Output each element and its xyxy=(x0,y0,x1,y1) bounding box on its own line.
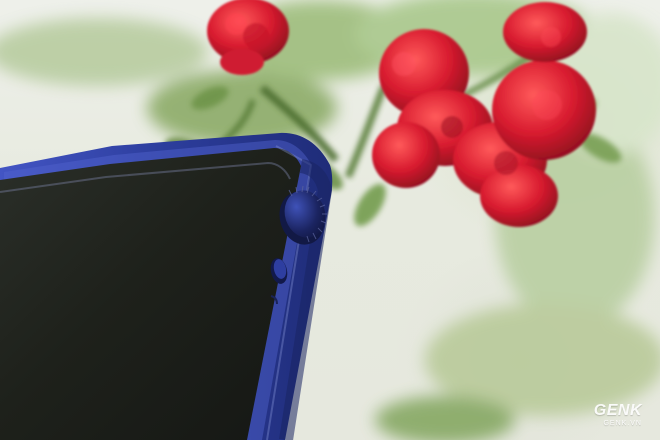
audio-player-device xyxy=(0,132,333,440)
photo-scene: GENK GENK.VN xyxy=(0,0,660,440)
photo-illustration xyxy=(0,0,660,440)
